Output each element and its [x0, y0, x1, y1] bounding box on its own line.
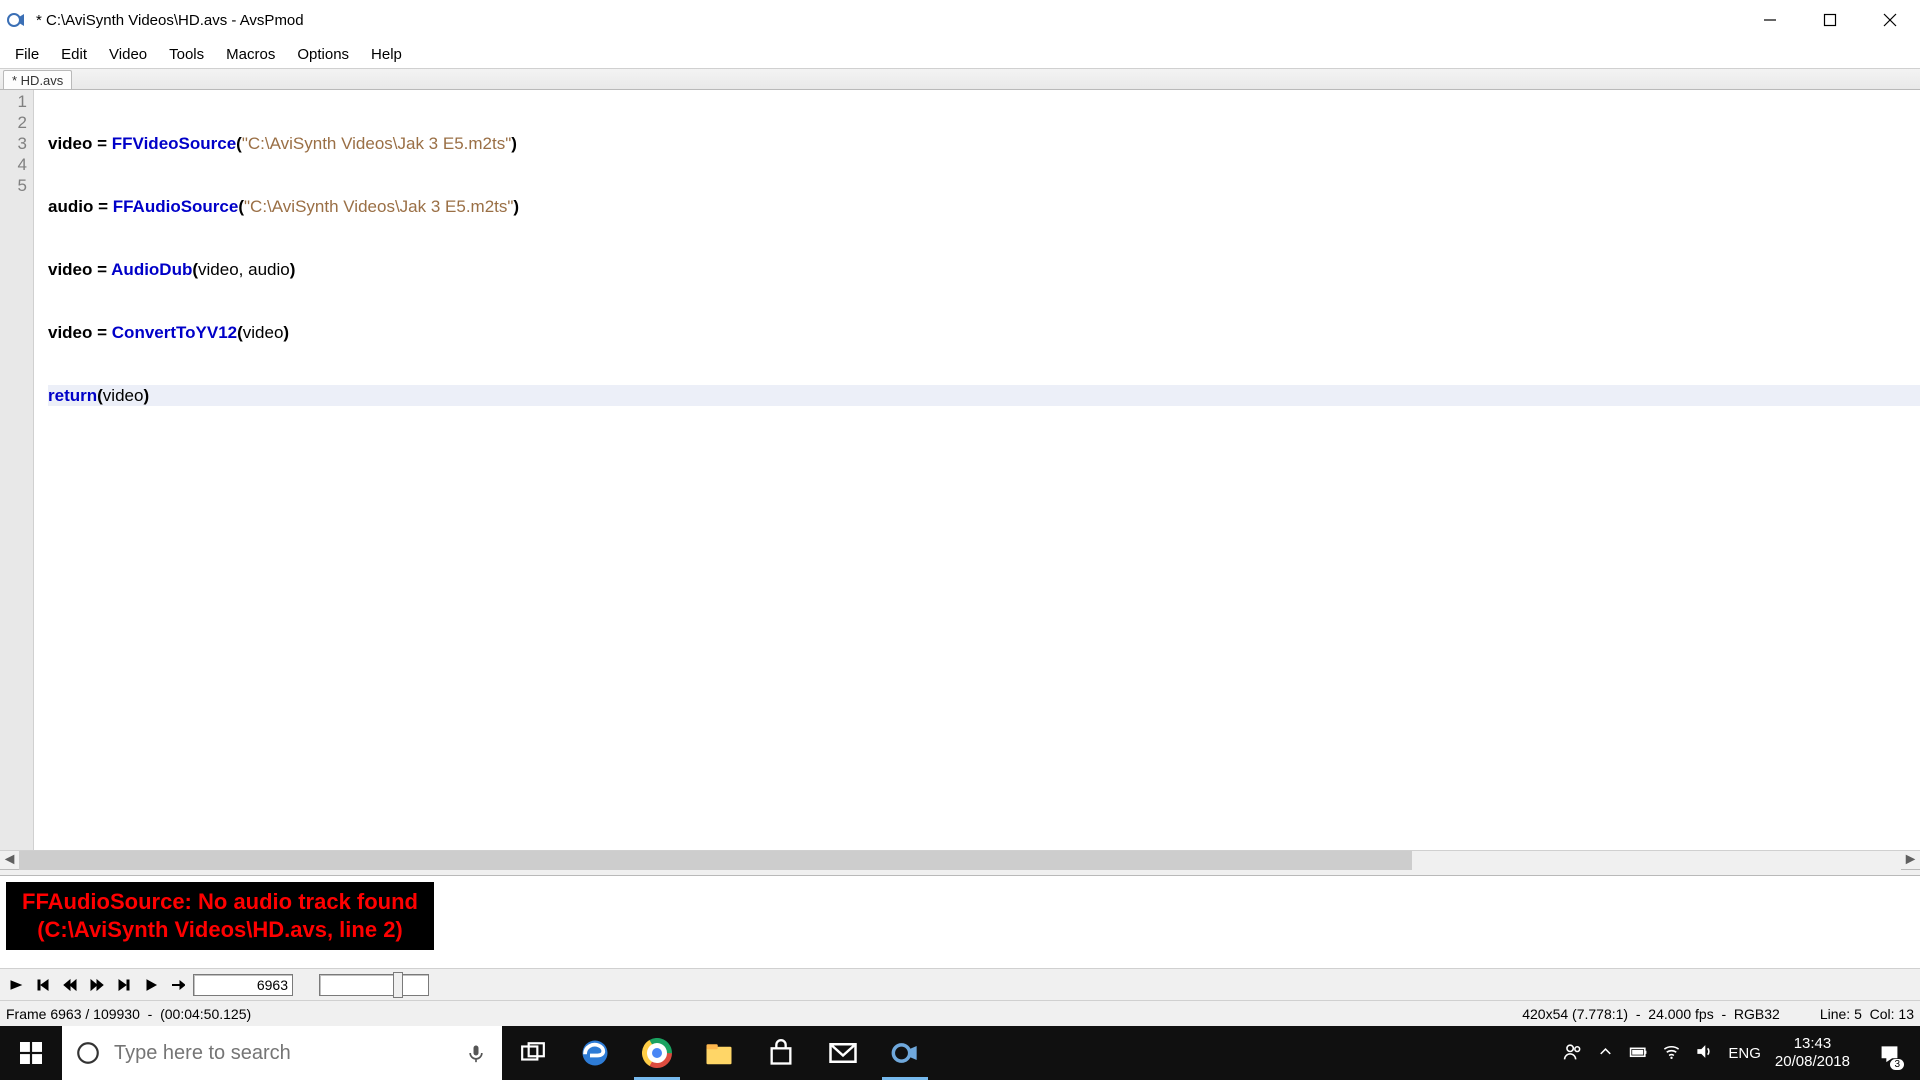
status-frame-info: Frame 6963 / 109930 - (00:04:50.125): [6, 1006, 251, 1022]
first-frame-button[interactable]: [31, 973, 55, 997]
line-number: 5: [0, 175, 27, 196]
maximize-button[interactable]: [1800, 0, 1860, 40]
tray-chevron-icon[interactable]: [1596, 1042, 1615, 1065]
window-title: * C:\AviSynth Videos\HD.avs - AvsPmod: [36, 12, 304, 29]
status-cursor-info: Line: 5 Col: 13: [1820, 1006, 1914, 1022]
seek-slider[interactable]: [319, 974, 429, 996]
app-icon: [6, 10, 26, 30]
error-message: FFAudioSource: No audio track found (C:\…: [6, 882, 434, 950]
line-number-gutter: 1 2 3 4 5: [0, 90, 34, 850]
clock-date: 20/08/2018: [1775, 1053, 1850, 1071]
editor[interactable]: 1 2 3 4 5 video = FFVideoSource("C:\AviS…: [0, 90, 1920, 850]
close-button[interactable]: [1860, 0, 1920, 40]
horizontal-scrollbar[interactable]: ◄ ►: [0, 850, 1920, 869]
action-center-button[interactable]: 3: [1864, 1026, 1914, 1080]
menu-tools[interactable]: Tools: [158, 43, 215, 66]
menubar: File Edit Video Tools Macros Options Hel…: [0, 40, 1920, 68]
code-line: return(video): [48, 385, 1920, 406]
menu-file[interactable]: File: [4, 43, 50, 66]
error-line-1: FFAudioSource: No audio track found: [22, 888, 418, 916]
play-button[interactable]: [139, 973, 163, 997]
notification-badge: 3: [1890, 1059, 1904, 1070]
windows-taskbar: ENG 13:43 20/08/2018 3: [0, 1026, 1920, 1080]
file-tab[interactable]: * HD.avs: [3, 70, 72, 89]
tabstrip: * HD.avs: [0, 68, 1920, 90]
line-number: 3: [0, 133, 27, 154]
status-video-info: 420x54 (7.778:1) - 24.000 fps - RGB32: [1522, 1006, 1780, 1022]
scroll-left-button[interactable]: ◄: [0, 851, 19, 870]
last-frame-button[interactable]: [112, 973, 136, 997]
scroll-thumb[interactable]: [19, 851, 1412, 870]
line-number: 1: [0, 91, 27, 112]
start-button[interactable]: [0, 1026, 62, 1080]
code-line: video = ConvertToYV12(video): [48, 322, 1920, 343]
taskbar-clock[interactable]: 13:43 20/08/2018: [1775, 1035, 1850, 1071]
menu-options[interactable]: Options: [286, 43, 360, 66]
scroll-right-button[interactable]: ►: [1901, 851, 1920, 870]
code-line: video = AudioDub(video, audio): [48, 259, 1920, 280]
menu-video[interactable]: Video: [98, 43, 158, 66]
menu-help[interactable]: Help: [360, 43, 413, 66]
scroll-track[interactable]: [19, 851, 1901, 870]
line-number: 2: [0, 112, 27, 133]
titlebar: * C:\AviSynth Videos\HD.avs - AvsPmod: [0, 0, 1920, 40]
code-area[interactable]: video = FFVideoSource("C:\AviSynth Video…: [34, 90, 1920, 850]
menu-edit[interactable]: Edit: [50, 43, 98, 66]
taskbar-edge[interactable]: [564, 1026, 626, 1080]
clock-time: 13:43: [1775, 1035, 1850, 1053]
minimize-button[interactable]: [1740, 0, 1800, 40]
volume-icon[interactable]: [1695, 1042, 1714, 1065]
people-icon[interactable]: [1563, 1042, 1582, 1065]
preview-pane: FFAudioSource: No audio track found (C:\…: [0, 876, 1920, 968]
toggle-preview-button[interactable]: [4, 973, 28, 997]
external-player-button[interactable]: [166, 973, 190, 997]
taskbar-mail[interactable]: [812, 1026, 874, 1080]
taskbar-search[interactable]: [62, 1026, 502, 1080]
taskbar-store[interactable]: [750, 1026, 812, 1080]
seek-handle[interactable]: [393, 972, 403, 998]
prev-keyframe-button[interactable]: [58, 973, 82, 997]
taskbar-explorer[interactable]: [688, 1026, 750, 1080]
mic-icon[interactable]: [450, 1026, 502, 1080]
splitter[interactable]: [0, 869, 1920, 876]
cortana-icon: [62, 1040, 114, 1066]
next-keyframe-button[interactable]: [85, 973, 109, 997]
language-indicator[interactable]: ENG: [1728, 1045, 1761, 1062]
menu-macros[interactable]: Macros: [215, 43, 286, 66]
line-number: 4: [0, 154, 27, 175]
code-line: video = FFVideoSource("C:\AviSynth Video…: [48, 133, 1920, 154]
battery-icon[interactable]: [1629, 1042, 1648, 1065]
transport-bar: [0, 968, 1920, 1000]
error-line-2: (C:\AviSynth Videos\HD.avs, line 2): [22, 916, 418, 944]
system-tray: ENG 13:43 20/08/2018 3: [1563, 1026, 1920, 1080]
taskbar-chrome[interactable]: [626, 1026, 688, 1080]
code-line: audio = FFAudioSource("C:\AviSynth Video…: [48, 196, 1920, 217]
task-view-button[interactable]: [502, 1026, 564, 1080]
taskbar-search-input[interactable]: [114, 1042, 450, 1065]
wifi-icon[interactable]: [1662, 1042, 1681, 1065]
statusbar: Frame 6963 / 109930 - (00:04:50.125) 420…: [0, 1000, 1920, 1026]
taskbar-avspmod[interactable]: [874, 1026, 936, 1080]
frame-number-input[interactable]: [193, 974, 293, 996]
